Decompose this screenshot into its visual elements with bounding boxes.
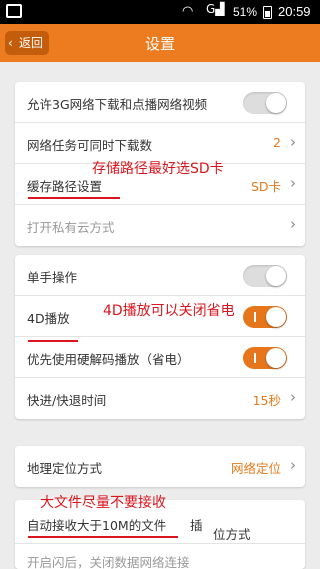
toggle-on-mark bbox=[254, 353, 256, 363]
row-hw-decode[interactable]: 优先使用硬解码播放（省电） bbox=[15, 337, 305, 378]
toggle-knob bbox=[266, 93, 286, 113]
row-one-hand[interactable]: 单手操作 bbox=[15, 255, 305, 296]
annotation-underline bbox=[28, 340, 78, 342]
row-private-cloud[interactable]: 打开私有云方式 › bbox=[15, 205, 305, 246]
toggle-hw-decode[interactable] bbox=[243, 347, 287, 369]
chevron-right-icon: › bbox=[290, 456, 296, 474]
toggle-3g-download[interactable] bbox=[243, 92, 287, 114]
chevron-right-icon: › bbox=[290, 133, 296, 151]
row-geo-location[interactable]: 地理定位方式 网络定位 › bbox=[15, 446, 305, 487]
row-label-suffix: 位方式 bbox=[213, 527, 251, 542]
row-value: 15秒 bbox=[252, 393, 281, 408]
row-3g-download[interactable]: 允许3G网络下载和点播网络视频 bbox=[15, 82, 305, 123]
row-label: 地理定位方式 bbox=[27, 461, 103, 476]
toggle-knob bbox=[266, 266, 286, 286]
row-label: 单手操作 bbox=[27, 270, 78, 285]
toggle-knob bbox=[266, 348, 286, 368]
row-value: 2 bbox=[273, 135, 281, 150]
row-label: 网络任务可同时下载数 bbox=[27, 138, 153, 153]
row-value: 网络定位 bbox=[230, 461, 281, 476]
row-label: 4D播放 bbox=[27, 311, 70, 326]
location-settings-card: 地理定位方式 网络定位 › bbox=[15, 446, 305, 487]
row-label: 允许3G网络下载和点播网络视频 bbox=[27, 97, 208, 112]
clock: 20:59 bbox=[278, 4, 311, 19]
chevron-right-icon: › bbox=[290, 388, 296, 406]
row-seek-time[interactable]: 快进/快退时间 15秒 › bbox=[15, 378, 305, 419]
battery-icon bbox=[263, 6, 272, 19]
row-label: 快进/快退时间 bbox=[27, 393, 107, 408]
toggle-on-mark bbox=[254, 312, 256, 322]
row-label: 缓存路径设置 bbox=[27, 179, 103, 194]
battery-percent: 51% bbox=[233, 5, 258, 19]
annotation-sd-card: 存储路径最好选SD卡 bbox=[92, 161, 224, 177]
page-title: 设置 bbox=[144, 35, 175, 53]
chevron-right-icon: › bbox=[290, 174, 296, 192]
row-label: 开启闪后，关闭数据网络连接 bbox=[27, 555, 190, 569]
row-value: SD卡 bbox=[250, 179, 281, 194]
wifi-icon: ◠ bbox=[182, 4, 194, 19]
row-label-tail: 插 bbox=[190, 518, 203, 533]
row-label: 打开私有云方式 bbox=[27, 220, 115, 235]
annotation-4d: 4D播放可以关闭省电 bbox=[103, 303, 235, 319]
annotation-underline bbox=[28, 536, 178, 538]
row-label: 自动接收大于10M的文件 bbox=[27, 518, 167, 533]
toggle-knob bbox=[266, 307, 286, 327]
annotation-underline bbox=[28, 197, 120, 199]
row-label: 优先使用硬解码播放（省电） bbox=[27, 352, 190, 367]
notification-icon bbox=[6, 4, 22, 18]
toggle-4d-play[interactable] bbox=[243, 306, 287, 328]
nav-bar: ‹ 返回 设置 bbox=[0, 24, 320, 62]
row-flash-network[interactable]: 开启闪后，关闭数据网络连接 bbox=[15, 544, 305, 569]
chevron-right-icon: › bbox=[290, 215, 296, 233]
status-bar: ◠ G▟ 51% 20:59 bbox=[0, 0, 320, 24]
toggle-one-hand[interactable] bbox=[243, 265, 287, 287]
annotation-big-file: 大文件尽量不要接收 bbox=[40, 495, 166, 511]
signal-icon: G▟ bbox=[206, 2, 225, 16]
playback-settings-card: 单手操作 4D播放 优先使用硬解码播放（省电） 快进/快退时间 15秒 › bbox=[15, 255, 305, 419]
